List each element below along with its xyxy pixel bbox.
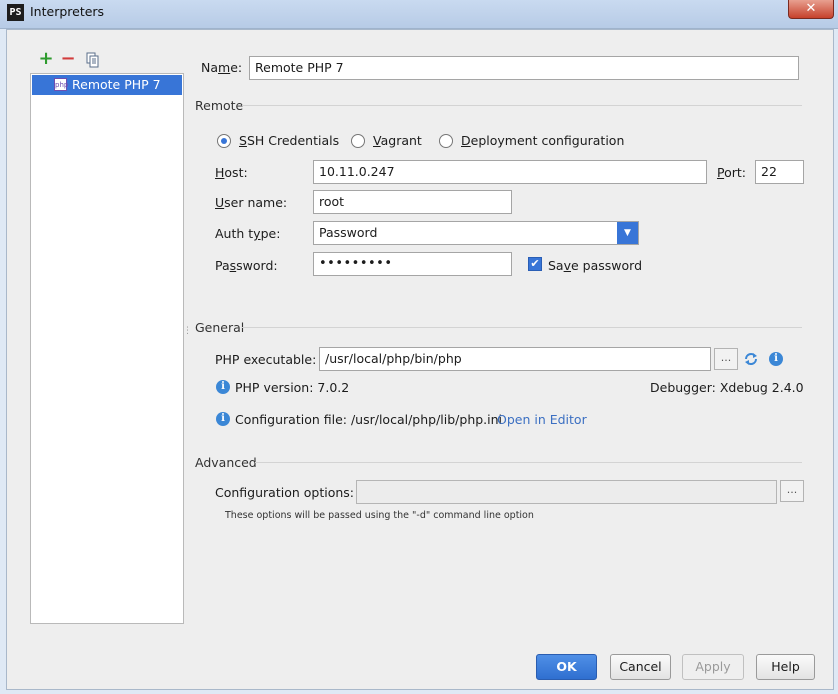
section-divider [242,327,802,328]
info-icon[interactable]: i [769,352,783,366]
ok-button[interactable]: OK [536,654,597,680]
section-divider [255,462,802,463]
cancel-button[interactable]: Cancel [610,654,671,680]
window-titlebar[interactable]: PS Interpreters ✕ [0,0,838,29]
name-field[interactable]: Remote PHP 7 [249,56,799,80]
info-icon: i [216,380,230,394]
host-field[interactable]: 10.11.0.247 [313,160,707,184]
advanced-section-title: Advanced [195,455,257,470]
minus-icon[interactable]: − [60,50,76,68]
auth-type-label: Auth type: [215,226,281,241]
remote-section-title: Remote [195,98,244,113]
general-section-title: General [195,320,245,335]
save-password-label[interactable]: Save password [548,258,642,273]
chevron-down-icon[interactable]: ▼ [617,222,638,244]
help-button[interactable]: Help [756,654,815,680]
vagrant-label[interactable]: Vagrant [373,133,422,148]
auth-type-value: Password [319,225,378,240]
apply-button[interactable]: Apply [682,654,744,680]
plus-icon[interactable]: + [38,50,54,68]
open-in-editor-link[interactable]: Open in Editor [497,412,587,427]
configuration-options-label: Configuration options: [215,485,354,500]
phpstorm-logo-icon: PS [7,4,24,21]
php-executable-label: PHP executable: [215,352,317,367]
host-label: Host: [215,165,248,180]
debugger-text: Debugger: Xdebug 2.4.0 [650,380,804,395]
configuration-file-text: Configuration file: /usr/local/php/lib/p… [235,412,503,427]
auth-type-select[interactable]: Password ▼ [313,221,639,245]
configuration-options-hint: These options will be passed using the "… [225,510,534,521]
password-label: Password: [215,258,278,273]
save-password-checkbox[interactable]: ✔ [528,257,542,271]
php-version-text: PHP version: 7.0.2 [235,380,350,395]
info-icon: i [216,412,230,426]
vagrant-radio[interactable] [351,134,365,148]
port-field[interactable]: 22 [755,160,804,184]
dialog-body: + − php Remote PHP 7 ⋮ Name: Remote PHP … [6,29,834,690]
password-field[interactable]: ••••••••• [313,252,512,276]
ssh-credentials-radio[interactable] [217,134,231,148]
browse-php-executable-button[interactable]: ... [714,348,738,370]
php-interpreter-icon: php [54,78,68,91]
window-close-button[interactable]: ✕ [788,0,834,19]
splitter-handle[interactable]: ⋮ [183,326,192,338]
deployment-configuration-label[interactable]: Deployment configuration [461,133,624,148]
configuration-options-field[interactable] [356,480,777,504]
browse-configuration-options-button[interactable]: ... [780,480,804,502]
php-executable-field[interactable]: /usr/local/php/bin/php [319,347,711,371]
refresh-icon[interactable] [743,351,759,367]
list-item[interactable]: php Remote PHP 7 [32,75,182,95]
ssh-credentials-label[interactable]: SSH Credentials [239,133,339,148]
port-label: Port: [717,165,746,180]
window-title: Interpreters [30,4,105,19]
username-label: User name: [215,195,288,210]
section-divider [242,105,802,106]
list-item-label: Remote PHP 7 [72,77,161,92]
username-field[interactable]: root [313,190,512,214]
deployment-configuration-radio[interactable] [439,134,453,148]
interpreter-list[interactable]: php Remote PHP 7 [30,73,184,624]
copy-icon[interactable] [85,52,101,68]
name-label: Name: [201,60,243,75]
